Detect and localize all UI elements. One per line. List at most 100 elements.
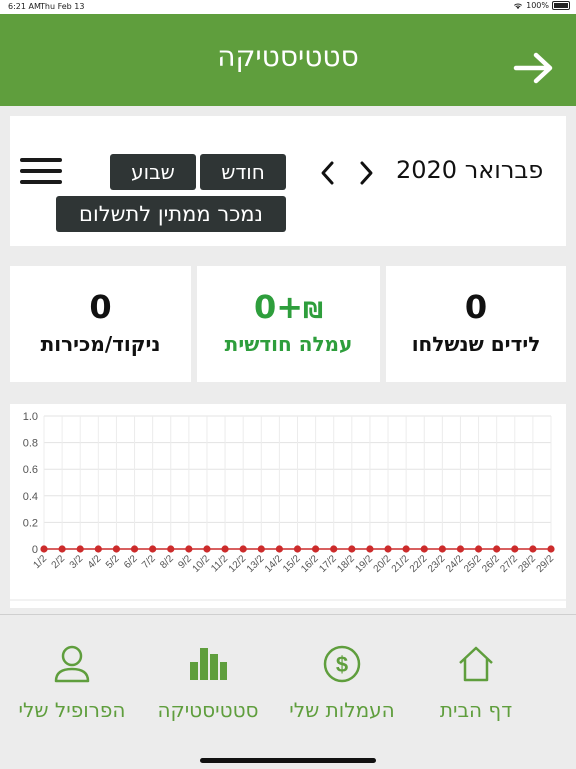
wifi-icon — [514, 2, 523, 9]
status-time: 6:21 AM — [8, 2, 41, 11]
x-tick-label: 11/2 — [209, 553, 230, 574]
data-point — [167, 545, 175, 553]
x-tick-label: 26/2 — [480, 553, 502, 575]
data-point — [420, 545, 428, 553]
x-tick-label: 5/2 — [104, 553, 122, 571]
statistics-line-chart: 00.20.40.60.81.01/2 2/2 3/2 4/2 5/2 6/2 7/2 8/2… — [10, 411, 566, 601]
nav-statistics[interactable]: סטטיסטיקה — [138, 630, 278, 730]
points-sales-label: ניקוד/מכירות — [40, 332, 161, 356]
data-point — [330, 545, 338, 553]
chevron-right-icon[interactable] — [356, 160, 376, 186]
x-tick-label: 29/2 — [535, 553, 557, 575]
commission-amount: 0+ — [254, 288, 304, 326]
x-tick-label: 28/2 — [516, 553, 538, 575]
profile-icon — [54, 645, 90, 683]
points-sales-value: 0 — [89, 288, 112, 326]
x-tick-label: 13/2 — [245, 553, 267, 575]
status-bar: 6:21 AM Thu Feb 13 100% — [0, 0, 576, 14]
data-point — [76, 545, 84, 553]
x-tick-label: 8/2 — [158, 553, 176, 571]
leads-sent-value: 0 — [464, 288, 488, 326]
data-point — [366, 545, 374, 553]
data-point — [149, 545, 157, 553]
nav-profile[interactable]: הפרופיל שלי — [2, 630, 142, 730]
data-point — [275, 545, 283, 553]
monthly-commission-value: 0+₪ — [197, 288, 380, 326]
data-point — [185, 545, 193, 553]
points-sales-card: 0 ניקוד/מכירות — [10, 266, 191, 382]
data-point — [529, 545, 537, 553]
x-tick-label: 19/2 — [354, 553, 376, 575]
data-point — [402, 545, 410, 553]
x-tick-label: 16/2 — [299, 553, 321, 575]
data-point — [112, 545, 121, 553]
chevron-left-icon[interactable] — [318, 160, 338, 186]
x-tick-label: 27/2 — [498, 553, 520, 575]
pending-payment-button[interactable]: נמכר ממתין לתשלום — [56, 196, 286, 232]
monthly-commission-label: עמלה חודשית — [224, 332, 353, 356]
nav-home-label: דף הבית — [439, 698, 513, 722]
y-tick-label: 0.4 — [23, 491, 38, 503]
x-tick-label: 2/2 — [50, 553, 68, 571]
nav-home[interactable]: דף הבית — [406, 630, 546, 730]
data-point — [239, 545, 247, 553]
x-tick-label: 23/2 — [426, 553, 448, 575]
shekel-currency: ₪ — [303, 299, 323, 324]
home-indicator — [200, 758, 376, 763]
data-point — [293, 545, 302, 553]
nav-commissions[interactable]: $ העמלות שלי — [272, 630, 412, 730]
data-point — [493, 545, 501, 553]
data-point — [257, 545, 265, 553]
data-point — [438, 545, 446, 553]
nav-statistics-label: סטטיסטיקה — [157, 698, 259, 722]
data-point — [203, 545, 211, 553]
home-icon — [459, 646, 493, 682]
leads-sent-card: 0 לידים שנשלחו — [386, 266, 566, 382]
month-button[interactable]: חודש — [200, 154, 286, 190]
x-tick-label: 22/2 — [408, 553, 430, 575]
page-title: סטטיסטיקה — [217, 40, 359, 73]
x-tick-label: 10/2 — [191, 553, 213, 575]
status-right: 100% — [513, 1, 570, 10]
data-point — [474, 545, 483, 553]
week-button[interactable]: שבוע — [110, 154, 196, 190]
y-tick-label: 1.0 — [23, 411, 38, 423]
data-point — [348, 545, 356, 553]
x-tick-label: 17/2 — [317, 553, 339, 575]
statistics-chart-card: 0 0.2 0.4 0.6 0.8 1.0 1/2 2/2 3/2 4/2 5/2 6/2 7/2 8/2… — [10, 404, 566, 608]
dollar-icon: $ — [323, 645, 361, 683]
svg-text:$: $ — [336, 652, 348, 677]
data-point — [94, 545, 102, 553]
back-arrow-icon[interactable] — [512, 50, 556, 86]
data-point — [221, 545, 229, 553]
battery-percent: 100% — [526, 1, 549, 10]
x-tick-label: 7/2 — [140, 553, 158, 571]
y-tick-label: 0.6 — [23, 464, 38, 476]
x-tick-label: 25/2 — [462, 553, 484, 575]
monthly-commission-card: 0+₪ עמלה חודשית — [197, 266, 380, 382]
y-tick-label: 0.2 — [23, 517, 38, 529]
current-month-label: פברואר 2020 — [396, 156, 544, 184]
status-date: Thu Feb 13 — [40, 2, 85, 11]
x-tick-label: 20/2 — [372, 553, 394, 575]
x-tick-label: 3/2 — [68, 553, 86, 571]
x-tick-label: 24/2 — [444, 553, 466, 575]
y-tick-label: 0.8 — [23, 438, 38, 450]
data-point — [384, 545, 392, 553]
x-tick-label: 21/2 — [390, 553, 412, 575]
data-point — [456, 545, 465, 553]
battery-icon — [552, 1, 570, 10]
data-point — [58, 545, 66, 553]
data-point — [547, 545, 555, 553]
x-tick-label: 6/2 — [122, 553, 140, 571]
x-tick-label: 14/2 — [263, 553, 285, 575]
x-tick-label: 12/2 — [227, 553, 249, 575]
data-point — [511, 545, 519, 553]
data-point — [40, 545, 48, 553]
x-tick-label: 18/2 — [335, 553, 357, 575]
nav-profile-label: הפרופיל שלי — [18, 698, 126, 722]
app-header: סטטיסטיקה — [0, 14, 576, 106]
nav-commissions-label: העמלות שלי — [289, 698, 395, 722]
data-point — [130, 545, 139, 553]
hamburger-menu-icon[interactable] — [20, 158, 62, 186]
